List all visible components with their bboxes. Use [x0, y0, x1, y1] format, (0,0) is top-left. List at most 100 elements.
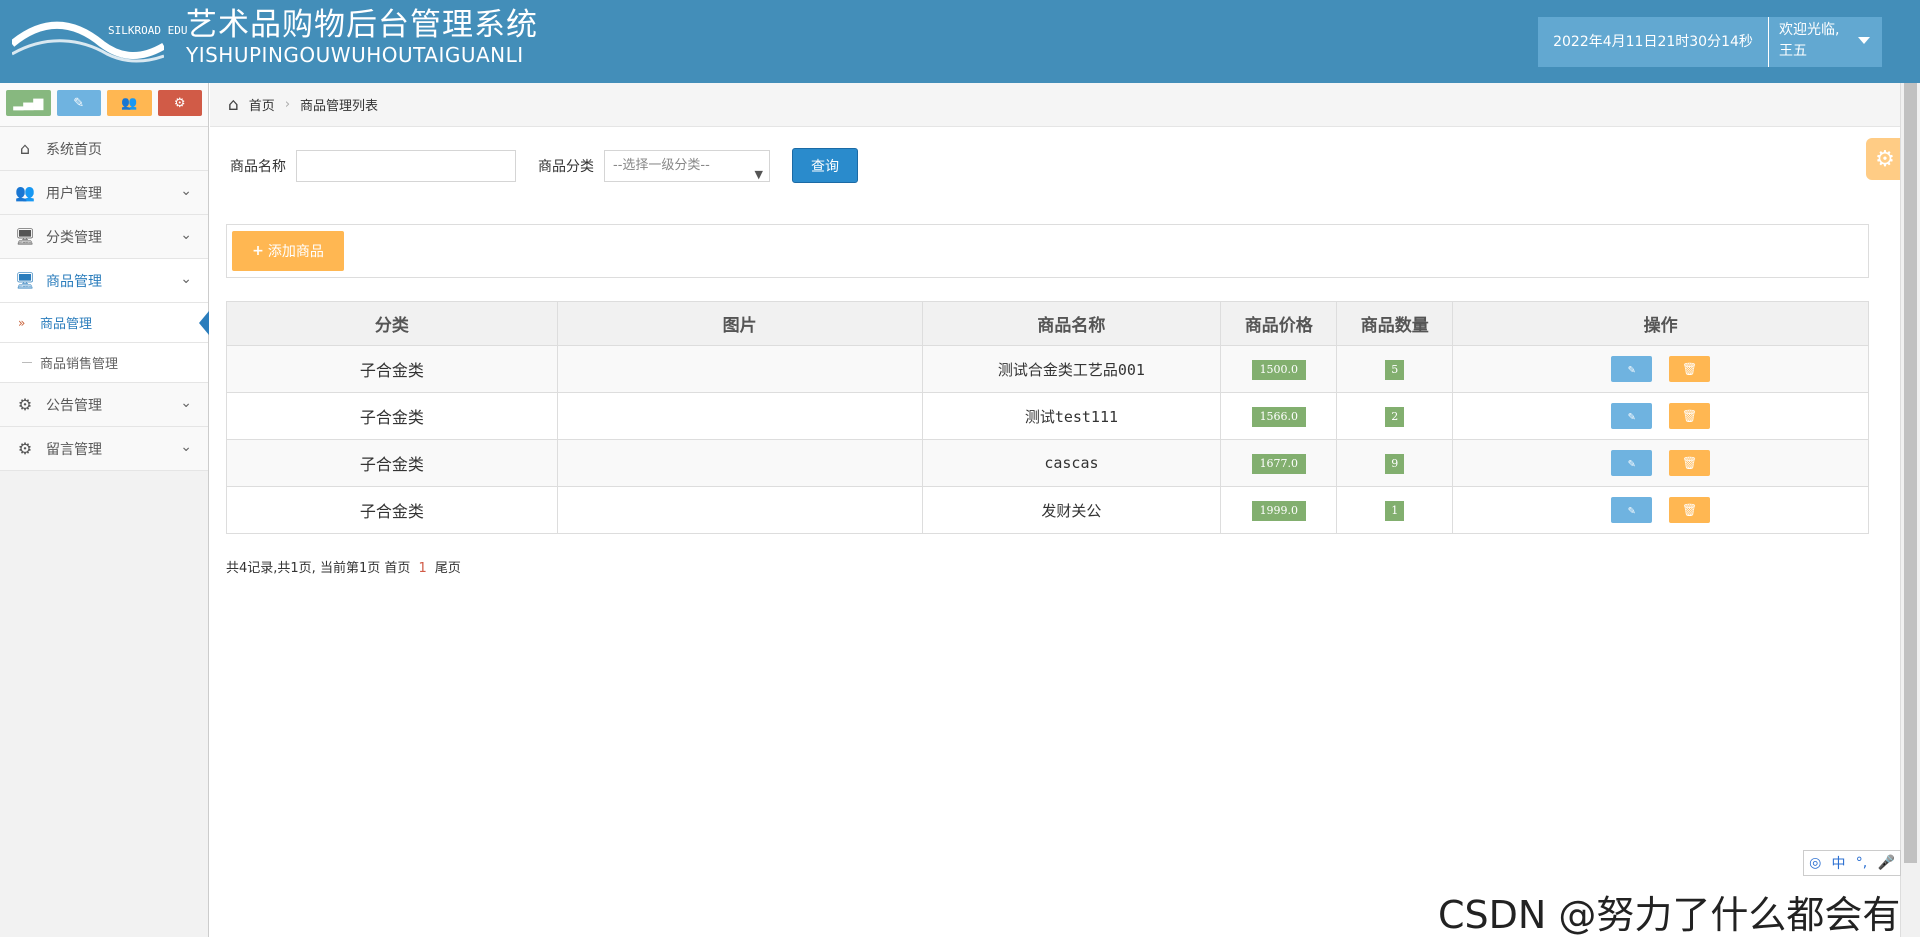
- image-cell: [556, 392, 923, 440]
- price-cell: 1677.0: [1220, 439, 1338, 487]
- table-row: 子合金类 发财关公 1999.0 1 ✎ 🗑: [226, 486, 1869, 534]
- edit-button[interactable]: ✎: [1611, 497, 1653, 523]
- sidebar-item-label: 系统首页: [46, 141, 102, 158]
- table-row: 子合金类 测试合金类工艺品001 1500.0 5 ✎ 🗑: [226, 345, 1869, 393]
- desktop-icon: 🖥: [14, 271, 36, 290]
- add-product-label: 添加商品: [267, 244, 324, 260]
- category-select[interactable]: --选择一级分类-- ▼: [604, 149, 770, 182]
- sidebar-subitem-products[interactable]: » 商品管理: [0, 303, 209, 343]
- quantity-badge: 9: [1385, 453, 1405, 474]
- active-marker: [199, 311, 209, 335]
- column-header: 商品名称: [921, 301, 1222, 346]
- user-menu[interactable]: 欢迎光临, 王五: [1768, 17, 1882, 67]
- quantity-cell: 5: [1336, 345, 1454, 393]
- users-icon[interactable]: 👥: [107, 90, 152, 116]
- cogs-icon: ⚙: [17, 395, 33, 414]
- actions-cell: ✎ 🗑: [1452, 345, 1869, 393]
- sidebar-item-label: 留言管理: [46, 441, 102, 458]
- edit-button[interactable]: ✎: [1611, 356, 1653, 382]
- category-cell: 子合金类: [226, 392, 558, 440]
- table-header-row: 分类 图片 商品名称 商品价格 商品数量 操作: [226, 301, 1869, 346]
- add-product-button[interactable]: + 添加商品: [232, 231, 344, 271]
- gear-icon[interactable]: ⚙: [1866, 138, 1904, 180]
- current-datetime: 2022年4月11日21时30分14秒: [1538, 17, 1768, 67]
- logo-icon: [12, 21, 164, 63]
- chevron-down-icon: ⌄: [180, 395, 192, 411]
- tree-line: [22, 362, 32, 363]
- actions-cell: ✎ 🗑: [1452, 439, 1869, 487]
- username: 王五: [1779, 43, 1807, 59]
- quantity-badge: 2: [1385, 406, 1405, 427]
- sidebar-item-home[interactable]: ⌂ 系统首页: [0, 127, 208, 171]
- chevron-down-icon: ⌄: [180, 227, 192, 243]
- product-name-cell: cascas: [921, 439, 1222, 487]
- category-cell: 子合金类: [226, 345, 558, 393]
- category-label: 商品分类: [538, 158, 594, 175]
- category-cell: 子合金类: [226, 439, 558, 487]
- sidebar-subitem-sales[interactable]: 商品销售管理: [0, 343, 208, 383]
- breadcrumb: ⌂ 首页 › 商品管理列表: [210, 83, 1900, 127]
- ime-logo-icon[interactable]: ◎: [1809, 855, 1821, 871]
- cogs-icon[interactable]: ⚙: [157, 90, 202, 116]
- price-cell: 1566.0: [1220, 392, 1338, 440]
- price-badge: 1500.0: [1251, 359, 1307, 380]
- plus-icon: +: [252, 243, 264, 259]
- delete-button[interactable]: 🗑: [1669, 450, 1711, 476]
- trash-icon: 🗑: [1682, 456, 1698, 470]
- delete-button[interactable]: 🗑: [1669, 403, 1711, 429]
- toolbar: + 添加商品: [226, 224, 1869, 278]
- query-button[interactable]: 查询: [792, 148, 858, 183]
- price-cell: 1999.0: [1220, 486, 1338, 534]
- delete-button[interactable]: 🗑: [1669, 497, 1711, 523]
- brand: 艺术品购物后台管理系统 YISHUPINGOUWUHOUTAIGUANLI: [186, 6, 538, 66]
- actions-cell: ✎ 🗑: [1452, 392, 1869, 440]
- column-header: 操作: [1452, 301, 1869, 346]
- ime-lang[interactable]: 中: [1832, 853, 1846, 873]
- product-name-input[interactable]: [296, 149, 516, 182]
- product-name-cell: 测试test111: [921, 392, 1222, 440]
- search-form: 商品名称 商品分类 --选择一级分类-- ▼ 查询: [230, 148, 858, 183]
- chevron-down-icon: ⌄: [180, 271, 192, 287]
- sidebar-item-notices[interactable]: ⚙ 公告管理 ⌄: [0, 383, 208, 427]
- image-cell: [556, 439, 923, 487]
- product-name-cell: 测试合金类工艺品001: [921, 345, 1222, 393]
- ime-punct[interactable]: °,: [1856, 855, 1867, 871]
- edit-button[interactable]: ✎: [1611, 450, 1653, 476]
- sidebar-item-categories[interactable]: 🖥 分类管理 ⌄: [0, 215, 208, 259]
- sidebar-item-label: 用户管理: [46, 185, 102, 202]
- column-header: 商品数量: [1336, 301, 1454, 346]
- breadcrumb-current: 商品管理列表: [300, 99, 379, 114]
- sidebar-item-users[interactable]: 👥 用户管理 ⌄: [0, 171, 208, 215]
- trash-icon: 🗑: [1682, 409, 1698, 423]
- quantity-cell: 1: [1336, 486, 1454, 534]
- trash-icon: 🗑: [1682, 503, 1698, 517]
- chevron-down-icon: ⌄: [180, 439, 192, 455]
- pagination: 共4记录,共1页, 当前第1页 首页 1 尾页: [226, 557, 461, 576]
- scrollbar-thumb[interactable]: [1904, 83, 1917, 863]
- sidebar-item-messages[interactable]: ⚙ 留言管理 ⌄: [0, 427, 208, 471]
- price-cell: 1500.0: [1220, 345, 1338, 393]
- edit-button[interactable]: ✎: [1611, 403, 1653, 429]
- sidebar-item-label: 商品管理: [46, 273, 102, 290]
- sidebar-item-products[interactable]: 🖥 商品管理 ⌄: [0, 259, 208, 303]
- scrollbar[interactable]: [1900, 83, 1920, 937]
- pencil-icon[interactable]: ✎: [56, 90, 101, 116]
- edit-icon: ✎: [1627, 409, 1636, 423]
- pagination-summary[interactable]: 共4记录,共1页, 当前第1页 首页: [226, 561, 410, 576]
- pagination-current[interactable]: 1: [418, 561, 426, 576]
- quantity-cell: 9: [1336, 439, 1454, 487]
- product-name-label: 商品名称: [230, 158, 286, 175]
- product-name-cell: 发财关公: [921, 486, 1222, 534]
- sidebar-subitem-label: 商品销售管理: [40, 357, 119, 372]
- delete-button[interactable]: 🗑: [1669, 356, 1711, 382]
- sidebar-item-label: 分类管理: [46, 229, 102, 246]
- microphone-icon[interactable]: 🎤: [1877, 855, 1894, 871]
- logo-text: SILKROAD EDU: [108, 24, 188, 37]
- pagination-last[interactable]: 尾页: [435, 561, 461, 576]
- signal-icon[interactable]: ▂▄▆: [6, 90, 51, 116]
- breadcrumb-home[interactable]: 首页: [249, 95, 275, 114]
- edit-icon: ✎: [1627, 456, 1636, 470]
- price-badge: 1999.0: [1251, 500, 1307, 521]
- app-title: 艺术品购物后台管理系统: [186, 7, 538, 43]
- quantity-badge: 5: [1385, 359, 1405, 380]
